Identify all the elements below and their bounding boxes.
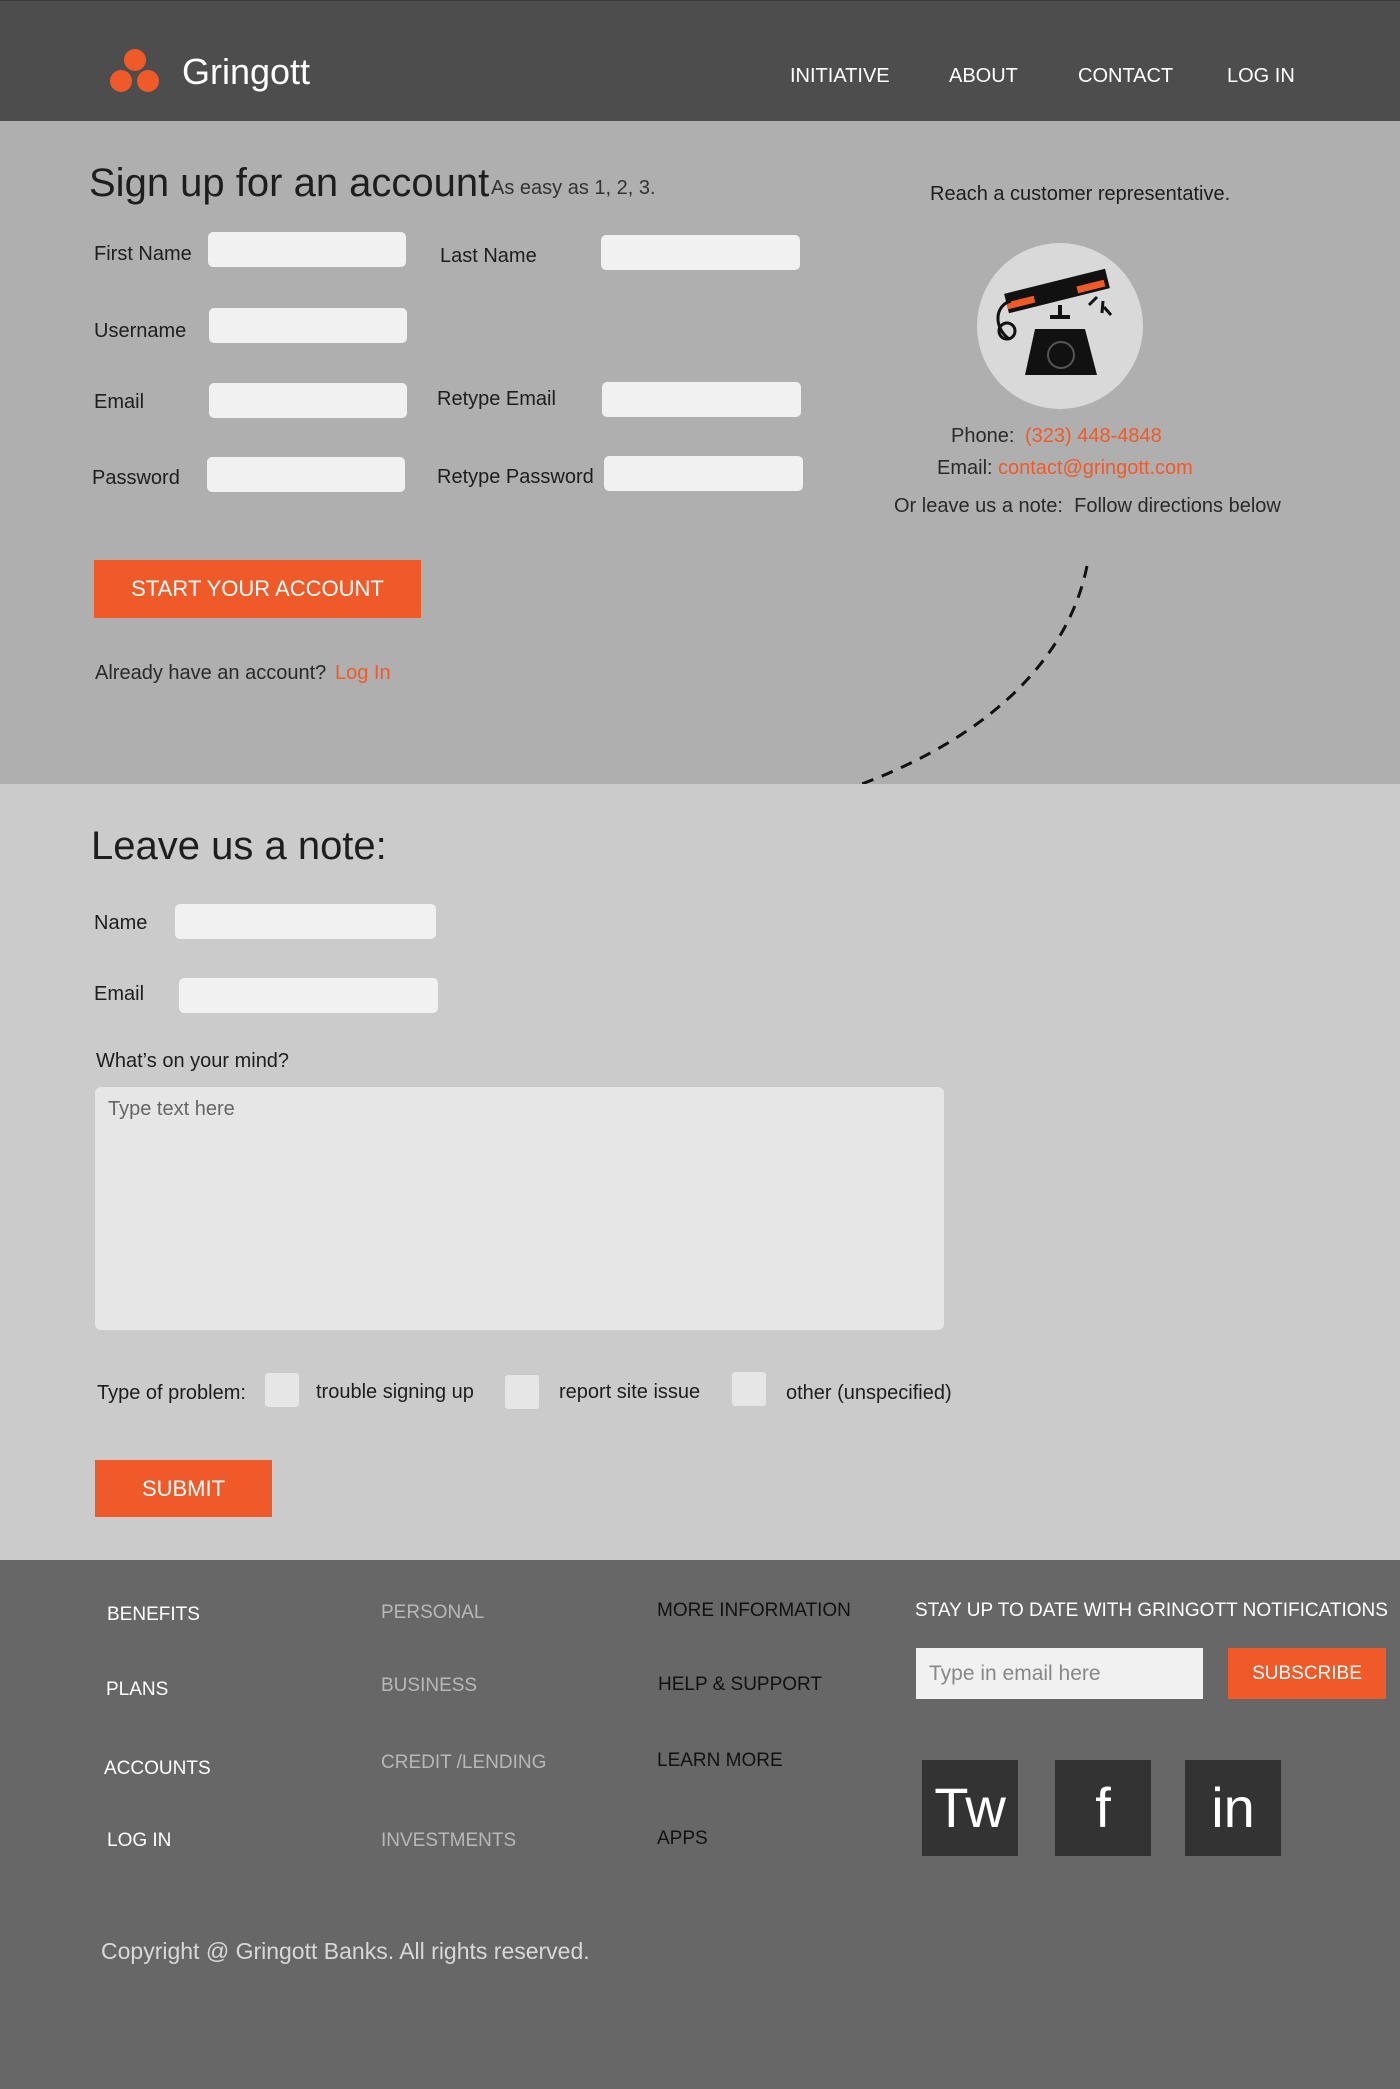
textarea-placeholder: Type text here <box>108 1098 235 1120</box>
footer-benefits[interactable]: BENEFITS <box>107 1604 200 1626</box>
newsletter-email-placeholder: Type in email here <box>929 1662 1101 1685</box>
mind-label: What’s on your mind? <box>96 1050 290 1072</box>
copyright-text: Copyright @ Gringott Banks. All rights r… <box>101 1938 590 1964</box>
facebook-icon[interactable]: f <box>1055 1760 1151 1856</box>
site-footer: BENEFITS PLANS ACCOUNTS LOG IN PERSONAL … <box>0 1560 1400 2089</box>
note-name-input[interactable] <box>175 904 436 939</box>
checkbox-report[interactable] <box>505 1375 539 1409</box>
footer-credit-lending[interactable]: CREDIT /LENDING <box>381 1752 546 1774</box>
checkbox-trouble[interactable] <box>265 1373 299 1407</box>
footer-plans[interactable]: PLANS <box>106 1679 168 1701</box>
note-title: Leave us a note: <box>91 824 387 868</box>
note-name-label: Name <box>94 912 148 934</box>
twitter-icon[interactable]: Tw <box>922 1760 1018 1856</box>
linkedin-icon[interactable]: in <box>1185 1760 1281 1856</box>
subscribe-button[interactable]: SUBSCRIBE <box>1228 1648 1386 1699</box>
dashed-arrow <box>446 565 1089 859</box>
footer-personal[interactable]: PERSONAL <box>381 1602 484 1624</box>
checkbox-other[interactable] <box>732 1372 766 1406</box>
footer-login[interactable]: LOG IN <box>107 1830 171 1852</box>
footer-apps[interactable]: APPS <box>657 1828 708 1850</box>
newsletter-heading: STAY UP TO DATE WITH GRINGOTT NOTIFICATI… <box>915 1600 1388 1621</box>
footer-learn-more[interactable]: LEARN MORE <box>657 1750 783 1772</box>
footer-investments[interactable]: INVESTMENTS <box>381 1830 516 1852</box>
note-email-input[interactable] <box>179 978 438 1013</box>
note-email-label: Email <box>94 983 145 1005</box>
problem-type-label: Type of problem: <box>97 1382 246 1404</box>
newsletter-email-input[interactable]: Type in email here <box>916 1648 1203 1699</box>
footer-more-info[interactable]: MORE INFORMATION <box>657 1600 851 1622</box>
option-trouble-label: trouble signing up <box>316 1381 474 1403</box>
option-other-label: other (unspecified) <box>786 1382 952 1404</box>
footer-business[interactable]: BUSINESS <box>381 1675 477 1697</box>
message-textarea[interactable]: Type text here <box>95 1087 944 1330</box>
footer-accounts[interactable]: ACCOUNTS <box>104 1758 211 1780</box>
note-section: Leave us a note: Name Email What’s on yo… <box>0 784 1400 1560</box>
submit-button[interactable]: SUBMIT <box>95 1460 272 1517</box>
option-report-label: report site issue <box>559 1381 701 1403</box>
footer-help-support[interactable]: HELP & SUPPORT <box>658 1674 822 1696</box>
